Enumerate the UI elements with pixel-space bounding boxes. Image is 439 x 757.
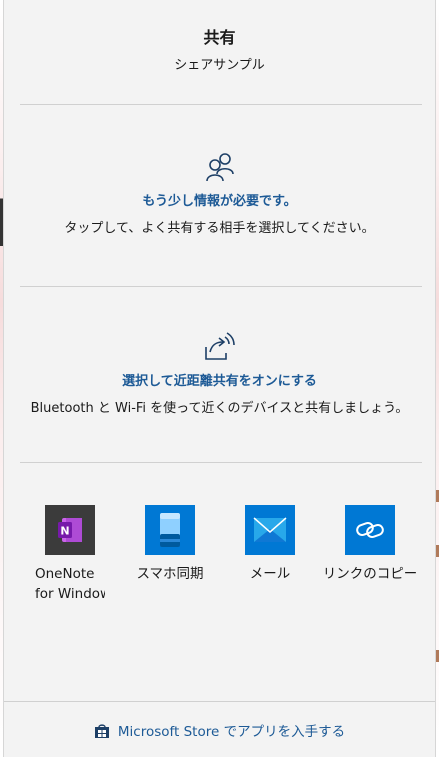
nearby-share-description: Bluetooth と Wi-Fi を使って近くのデバイスと共有しましょう。	[30, 401, 409, 416]
people-description: タップして、よく共有する相手を選択してください。	[64, 221, 375, 236]
divider	[20, 104, 422, 105]
link-icon	[345, 505, 395, 555]
share-title: 共有	[203, 28, 236, 47]
app-label: スマホ同期	[136, 566, 204, 582]
people-section[interactable]: もう少し情報が必要です。 タップして、よく共有する相手を選択してください。	[4, 150, 435, 236]
mail-icon	[245, 505, 295, 555]
divider	[20, 462, 422, 463]
app-label: リンクのコピー	[322, 566, 418, 582]
app-mail[interactable]: メール	[220, 505, 320, 584]
onenote-icon: N	[45, 505, 95, 555]
nearby-share-icon	[204, 332, 235, 360]
app-onenote[interactable]: N OneNote for Windows 10	[20, 505, 120, 604]
nearby-share-section[interactable]: 選択して近距離共有をオンにする Bluetooth と Wi-Fi を使って近く…	[4, 330, 435, 416]
people-icon	[205, 153, 234, 182]
share-subtitle: シェアサンプル	[174, 58, 265, 73]
people-heading[interactable]: もう少し情報が必要です。	[4, 190, 435, 209]
store-icon	[94, 724, 109, 738]
divider	[20, 286, 422, 287]
phone-icon	[145, 505, 195, 555]
store-link-label: Microsoft Store でアプリを入手する	[117, 724, 346, 740]
share-panel: 共有 シェアサンプル もう少し情報が必要です。 タップして、よく共有する相手を選…	[3, 0, 436, 757]
app-label: メール	[249, 566, 291, 582]
microsoft-store-link[interactable]: Microsoft Store でアプリを入手する	[4, 701, 435, 757]
app-phone-link[interactable]: スマホ同期	[120, 505, 220, 584]
app-label: OneNote for Windows 10	[35, 566, 105, 602]
nearby-share-heading[interactable]: 選択して近距離共有をオンにする	[4, 370, 435, 389]
app-copy-link[interactable]: リンクのコピー	[320, 505, 420, 584]
app-list: N OneNote for Windows 10 スマホ同期	[4, 505, 435, 615]
svg-text:N: N	[60, 525, 69, 538]
